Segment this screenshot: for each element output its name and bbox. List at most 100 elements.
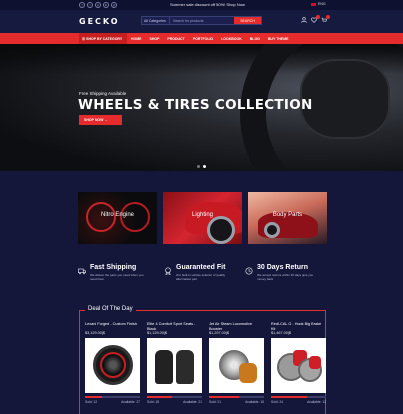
turbo-housing-graphic xyxy=(239,363,257,383)
available-count: Available: 27 xyxy=(121,400,140,404)
product-image-turbo[interactable] xyxy=(209,338,264,393)
product-card[interactable]: Elite 4 Comfort Sport Seats - Black $1,1… xyxy=(147,322,202,404)
shop-now-button[interactable]: SHOP NOW → xyxy=(79,115,122,125)
tire-graphic xyxy=(207,216,235,244)
stock-progress-fill xyxy=(147,396,172,398)
steering-wheel-hub xyxy=(300,59,390,139)
wheel-rim-inner xyxy=(100,352,126,378)
heart-icon[interactable] xyxy=(311,15,320,23)
product-price: $1,129.00|$ xyxy=(147,331,167,335)
seat-graphic xyxy=(176,350,194,384)
pinterest-icon[interactable]: p xyxy=(95,2,101,8)
product-name[interactable]: Jet Air Steam Locomotive Booster xyxy=(209,322,264,331)
product-name[interactable]: Elite 4 Comfort Sport Seats - Black xyxy=(147,322,202,331)
stock-progress-bar xyxy=(147,396,202,398)
product-image-brake-kit[interactable] xyxy=(271,338,326,393)
category-label: Body Parts xyxy=(272,212,303,218)
slider-dots xyxy=(197,165,206,168)
truck-icon xyxy=(78,267,86,275)
available-count: Available: 21 xyxy=(183,400,202,404)
clock-icon xyxy=(245,267,253,275)
nav-item-portfolio[interactable]: PORTFOLIO xyxy=(193,37,213,41)
cart-icon[interactable] xyxy=(321,15,330,23)
sold-count: Sold: 18 xyxy=(147,400,160,404)
product-price: $1,467.00|$ xyxy=(271,331,291,335)
facebook-icon[interactable]: f xyxy=(79,2,85,8)
nav-item-blog[interactable]: BLOG xyxy=(250,37,260,41)
available-count: Available: 15 xyxy=(245,400,264,404)
category-card-body-parts[interactable]: Body Parts xyxy=(248,192,327,244)
stock-progress-fill xyxy=(209,396,240,398)
caliper-graphic xyxy=(309,356,321,369)
features-row: Fast Shipping We deliver the parts you n… xyxy=(78,263,327,289)
category-card-nitro-engine[interactable]: Nitro Engine xyxy=(78,192,157,244)
nav-item-lookbook[interactable]: LOOKBOOK xyxy=(221,37,242,41)
search-bar: All Categories Search for products SEARC… xyxy=(141,16,262,25)
youtube-icon[interactable]: yt xyxy=(111,2,117,8)
available-count: Available: 13 xyxy=(307,400,326,404)
nav-items: HOME SHOP PRODUCT PORTFOLIO LOOKBOOK BLO… xyxy=(131,37,288,41)
linkedin-icon[interactable]: in xyxy=(103,2,109,8)
main-nav: ☰ SHOP BY CATEGORY HOME SHOP PRODUCT POR… xyxy=(0,33,403,44)
wishlist-badge xyxy=(316,15,320,19)
product-price: $1,297.00|$ xyxy=(209,331,229,335)
hero-title: WHEELS & TIRES COLLECTION xyxy=(78,97,313,113)
hero-subtitle: Free Shipping Available xyxy=(79,91,127,96)
stock-progress-fill xyxy=(271,396,307,398)
deal-products: Lexani Forged - Custom Finish $3,129.00|… xyxy=(85,322,326,404)
seat-graphic xyxy=(155,350,173,384)
feature-title: 30 Days Return xyxy=(257,264,308,271)
nav-item-product[interactable]: PRODUCT xyxy=(167,37,184,41)
cart-badge xyxy=(326,15,330,19)
stock-progress-bar xyxy=(271,396,326,398)
stock-meta: Sold: 12 Available: 27 xyxy=(85,400,140,404)
stock-meta: Sold: 18 Available: 21 xyxy=(147,400,202,404)
search-input[interactable]: Search for products xyxy=(170,17,234,24)
feature-desc: We deliver the parts you need when you n… xyxy=(90,273,144,281)
badge-icon xyxy=(164,267,172,276)
product-image-seats[interactable] xyxy=(147,338,202,393)
feature-desc: Our built-in vehicle selector of quality… xyxy=(176,273,226,281)
shop-by-category-button[interactable]: ☰ SHOP BY CATEGORY xyxy=(79,33,127,44)
product-name[interactable]: Lexani Forged - Custom Finish xyxy=(85,322,140,331)
nav-item-home[interactable]: HOME xyxy=(131,37,142,41)
header: GECKO All Categories Search for products… xyxy=(0,10,403,33)
sold-count: Sold: 12 xyxy=(85,400,98,404)
user-icon[interactable] xyxy=(301,17,307,23)
promo-text[interactable]: Summer sale discount off 50%! Shop Now xyxy=(170,2,245,7)
stock-progress-bar xyxy=(85,396,140,398)
search-button[interactable]: SEARCH xyxy=(234,17,261,24)
logo[interactable]: GECKO xyxy=(79,17,120,26)
product-name[interactable]: Redi-CAL G - Hook Big Brake Kit xyxy=(271,322,326,331)
slider-dot-active[interactable] xyxy=(203,165,206,168)
stock-meta: Sold: 21 Available: 15 xyxy=(209,400,264,404)
product-price: $3,129.00|$ xyxy=(85,331,105,335)
language-label: ENG xyxy=(318,2,326,6)
stock-meta: Sold: 24 Available: 13 xyxy=(271,400,326,404)
product-card[interactable]: Lexani Forged - Custom Finish $3,129.00|… xyxy=(85,322,140,404)
product-image-wheel[interactable] xyxy=(85,338,140,393)
top-bar: f t p in yt Summer sale discount off 50%… xyxy=(0,0,403,10)
product-card[interactable]: Jet Air Steam Locomotive Booster $1,297.… xyxy=(209,322,264,404)
category-label: Nitro Engine xyxy=(100,212,135,218)
slider-dot[interactable] xyxy=(197,165,200,168)
product-card[interactable]: Redi-CAL G - Hook Big Brake Kit $1,467.0… xyxy=(271,322,326,404)
sold-count: Sold: 24 xyxy=(271,400,284,404)
social-links: f t p in yt xyxy=(79,2,117,8)
feature-title: Fast Shipping xyxy=(90,264,137,271)
sold-count: Sold: 21 xyxy=(209,400,222,404)
flag-icon xyxy=(311,2,316,6)
search-category-select[interactable]: All Categories xyxy=(142,17,170,24)
header-icons xyxy=(301,15,330,23)
nav-item-buy-theme[interactable]: BUY THEME xyxy=(268,37,289,41)
language-selector[interactable]: ENG xyxy=(311,2,326,6)
category-cards: Nitro Engine Lighting Body Parts xyxy=(78,192,327,244)
category-card-lighting[interactable]: Lighting xyxy=(163,192,242,244)
nav-item-shop[interactable]: SHOP xyxy=(150,37,160,41)
tire-graphic xyxy=(264,222,280,238)
feature-title: Guaranteed Fit xyxy=(176,264,226,271)
twitter-icon[interactable]: t xyxy=(87,2,93,8)
stock-progress-bar xyxy=(209,396,264,398)
deal-title: Deal Of The Day xyxy=(85,306,136,312)
feature-desc: We accept returns within 30 days give yo… xyxy=(257,273,314,281)
